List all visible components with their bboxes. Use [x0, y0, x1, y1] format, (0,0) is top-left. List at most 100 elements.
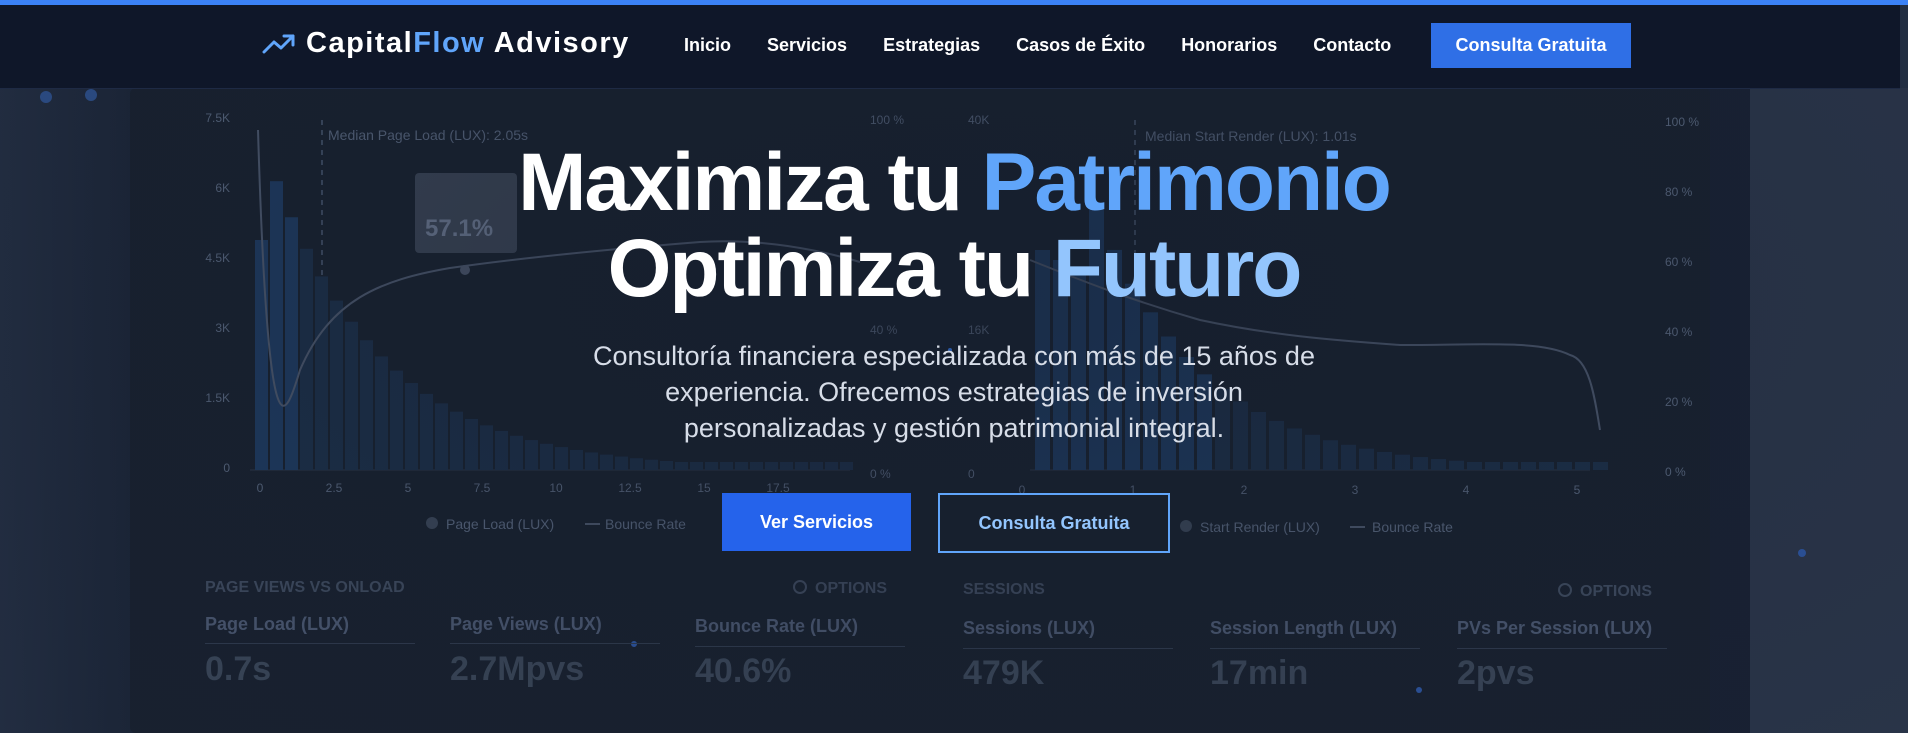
background-tick-label: 40K: [968, 113, 989, 127]
background-bar: [840, 462, 853, 470]
background-bar: [765, 462, 778, 470]
nav-item-casos-de-exito[interactable]: Casos de Éxito: [1016, 35, 1145, 56]
hero-title-line1-a: Maximiza tu: [518, 137, 982, 228]
nav-item-inicio[interactable]: Inicio: [684, 35, 731, 56]
background-bar: [810, 462, 823, 470]
background-tick-label: 0 %: [1665, 465, 1686, 479]
nav-item-contacto[interactable]: Contacto: [1313, 35, 1391, 56]
metric-label-1: Page Load (LUX): [205, 614, 350, 634]
background-tick-label: 7.5: [474, 481, 491, 495]
background-bar: [1575, 462, 1590, 470]
nav-item-honorarios[interactable]: Honorarios: [1181, 35, 1277, 56]
nav-item-estrategias[interactable]: Estrategias: [883, 35, 980, 56]
background-tick-label: 0: [223, 461, 230, 475]
metric-label-3: Bounce Rate (LUX): [695, 616, 859, 636]
hero-title: Maximiza tu Patrimonio Optimiza tu Futur…: [0, 140, 1908, 312]
background-tick-label: 0 %: [870, 467, 891, 481]
background-tick-label: 0: [968, 467, 975, 481]
background-bar: [1539, 462, 1554, 470]
background-bar: [600, 454, 613, 470]
right-legend-1: Start Render (LUX): [1200, 519, 1320, 535]
metric-divider: [695, 646, 905, 647]
background-bar: [570, 449, 583, 470]
background-tick-label: 15: [697, 481, 711, 495]
brand-name-part3: Advisory: [485, 27, 630, 59]
options-label-1: OPTIONS: [815, 580, 887, 597]
background-tick-label: 12.5: [618, 481, 642, 495]
metric-value-4: 479K: [963, 654, 1045, 692]
metric-divider: [450, 643, 660, 644]
metric-divider: [205, 643, 415, 644]
background-bar: [735, 462, 748, 470]
background-bar: [705, 462, 718, 470]
background-bar: [660, 460, 673, 470]
site-header: CapitalFlow Advisory Inicio Servicios Es…: [0, 5, 1900, 89]
background-bar: [675, 462, 688, 470]
background-tick-label: 3: [1352, 483, 1359, 497]
background-tick-label: 5: [405, 481, 412, 495]
consulta-gratuita-button[interactable]: Consulta Gratuita: [938, 493, 1170, 553]
options-label-2: OPTIONS: [1580, 583, 1652, 600]
background-tick-label: 7.5K: [205, 111, 230, 125]
left-legend-2: Bounce Rate: [605, 516, 686, 532]
background-tick-label: 100 %: [870, 113, 904, 127]
metric-label-2: Page Views (LUX): [450, 614, 602, 634]
metric-divider: [1457, 648, 1667, 649]
metric-value-1: 0.7s: [205, 650, 272, 688]
background-bar: [795, 462, 808, 470]
metric-value-5: 17min: [1210, 654, 1309, 692]
background-bar: [1485, 462, 1500, 470]
brand-name: CapitalFlow Advisory: [306, 27, 630, 60]
hero-title-line1-highlight: Patrimonio: [981, 137, 1392, 228]
background-bar: [1467, 462, 1482, 470]
background-bar: [1593, 462, 1608, 470]
background-tick-label: 2: [1241, 483, 1248, 497]
metric-divider: [963, 648, 1173, 649]
background-bar: [630, 458, 643, 470]
background-tick-label: 5: [1574, 483, 1581, 497]
background-bar: [1521, 462, 1536, 470]
hero-subtitle: Consultoría financiera especializada con…: [593, 341, 1315, 443]
background-bar: [585, 452, 598, 470]
background-bar: [1413, 457, 1428, 470]
background-bar: [1431, 459, 1446, 470]
brand-name-part1: Capital: [306, 27, 414, 59]
background-bar: [690, 462, 703, 470]
top-accent-bar: [0, 0, 1908, 5]
brand-name-part2: Flow: [413, 27, 486, 59]
background-bar: [825, 462, 838, 470]
background-tick-label: 0: [257, 481, 264, 495]
main-nav: Inicio Servicios Estrategias Casos de Éx…: [684, 35, 1427, 56]
background-bar: [1341, 444, 1356, 470]
metric-divider: [1210, 648, 1420, 649]
metric-label-6: PVs Per Session (LUX): [1457, 618, 1653, 638]
hero-title-line2-a: Optimiza tu: [607, 223, 1053, 314]
nav-item-servicios[interactable]: Servicios: [767, 35, 847, 56]
background-tick-label: 10: [549, 481, 563, 495]
background-bar: [1377, 451, 1392, 470]
background-bar: [750, 462, 763, 470]
background-bar: [540, 443, 553, 470]
background-bar: [1359, 448, 1374, 470]
background-tick-label: 100 %: [1665, 115, 1699, 129]
background-bar: [645, 459, 658, 470]
background-bar: [1395, 454, 1410, 470]
background-bar: [555, 447, 568, 470]
metric-label-4: Sessions (LUX): [963, 618, 1096, 638]
brand-logo[interactable]: CapitalFlow Advisory: [262, 27, 630, 60]
background-bar: [1557, 462, 1572, 470]
metric-label-5: Session Length (LUX): [1210, 618, 1398, 638]
hero-title-line2-highlight: Futuro: [1052, 223, 1303, 314]
hero-section: Maximiza tu Patrimonio Optimiza tu Futur…: [0, 140, 1908, 446]
left-legend-1: Page Load (LUX): [446, 516, 554, 532]
background-tick-label: 2.5: [326, 481, 343, 495]
background-tick-label: 4: [1463, 483, 1470, 497]
background-bar: [720, 462, 733, 470]
background-bar: [780, 462, 793, 470]
ver-servicios-button[interactable]: Ver Servicios: [722, 493, 911, 551]
trending-up-icon: [262, 34, 295, 53]
nav-consulta-button[interactable]: Consulta Gratuita: [1431, 23, 1631, 68]
metric-value-2: 2.7Mpvs: [450, 650, 585, 688]
background-bar: [1503, 462, 1518, 470]
background-bar: [1449, 460, 1464, 470]
